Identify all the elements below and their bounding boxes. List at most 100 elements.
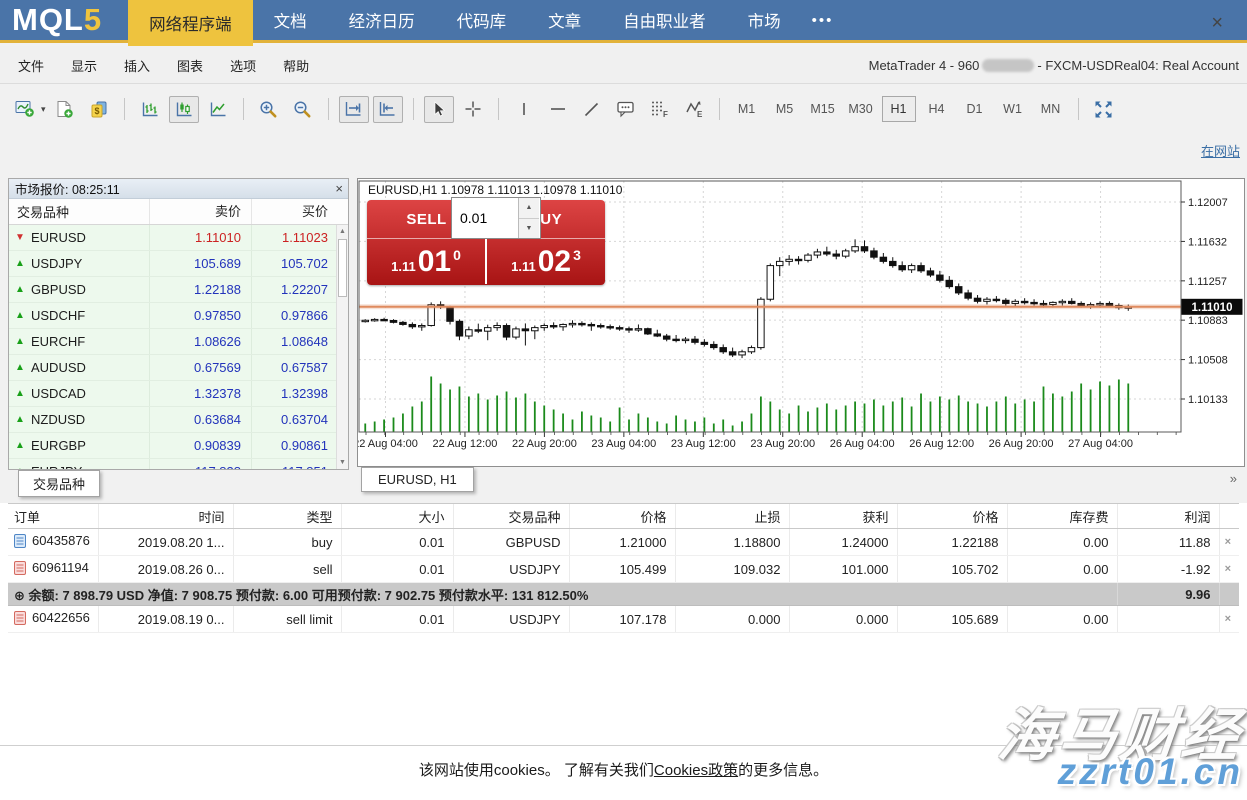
timeframe-D1[interactable]: D1: [958, 96, 992, 122]
nav-tab-市场[interactable]: 市场: [727, 0, 802, 40]
timeframe-M1[interactable]: M1: [730, 96, 764, 122]
orders-column-header[interactable]: 止损: [675, 504, 789, 529]
timeframe-H4[interactable]: H4: [920, 96, 954, 122]
fibonacci-button[interactable]: F: [645, 96, 675, 123]
timeframe-M15[interactable]: M15: [806, 96, 840, 122]
market-watch-header: 交易品种 卖价 买价: [9, 199, 348, 225]
nav-tab-文章[interactable]: 文章: [527, 0, 602, 40]
ask-price: 0.97866: [251, 303, 336, 328]
market-watch-row-EURJPY[interactable]: ▲EURJPY117.838117.851: [9, 459, 336, 469]
bar-chart-button[interactable]: [135, 96, 165, 123]
volume-increment-icon[interactable]: ▲: [519, 198, 539, 219]
up-arrow-icon: ▲: [9, 440, 31, 451]
on-website-link[interactable]: 在网站: [1201, 141, 1240, 160]
close-order-button[interactable]: ×: [1219, 606, 1239, 633]
menu-图表[interactable]: 图表: [177, 56, 203, 75]
market-watch-scrollbar[interactable]: ▲ ▼: [336, 225, 348, 469]
orders-column-header[interactable]: 利润: [1117, 504, 1219, 529]
menu-文件[interactable]: 文件: [18, 56, 44, 75]
market-watch-row-EURUSD[interactable]: ▼EURUSD1.110101.11023: [9, 225, 336, 251]
nav-tab-more[interactable]: •••: [802, 0, 844, 40]
trend-line-button[interactable]: [577, 96, 607, 123]
timeframe-H1[interactable]: H1: [882, 96, 916, 122]
symbol-name: USDJPY: [31, 256, 149, 271]
nav-tab-自由职业者[interactable]: 自由职业者: [602, 0, 727, 40]
elliott-wave-button[interactable]: E: [679, 96, 709, 123]
market-watch-row-NZDUSD[interactable]: ▲NZDUSD0.636840.63704: [9, 407, 336, 433]
market-watch-row-USDJPY[interactable]: ▲USDJPY105.689105.702: [9, 251, 336, 277]
timeframe-M5[interactable]: M5: [768, 96, 802, 122]
tab-symbols[interactable]: 交易品种: [18, 470, 100, 497]
toolbar-separator: [1078, 98, 1079, 120]
new-chart-dropdown-caret[interactable]: ▾: [41, 104, 46, 115]
auto-scroll-button[interactable]: [339, 96, 369, 123]
orders-column-header[interactable]: 价格: [569, 504, 675, 529]
tabs-overflow-chevron[interactable]: »: [1230, 471, 1237, 486]
menu-显示[interactable]: 显示: [71, 56, 97, 75]
mql5-logo[interactable]: MQL5: [12, 2, 102, 38]
orders-column-header[interactable]: 库存费: [1007, 504, 1117, 529]
crosshair-button[interactable]: [458, 96, 488, 123]
column-ask[interactable]: 买价: [251, 199, 336, 224]
fullscreen-button[interactable]: [1089, 96, 1119, 123]
tab-chart-eurusd-h1[interactable]: EURUSD, H1: [361, 467, 474, 492]
menu-帮助[interactable]: 帮助: [283, 56, 309, 75]
svg-text:22 Aug 20:00: 22 Aug 20:00: [512, 438, 577, 450]
new-template-button[interactable]: [50, 96, 80, 123]
buy-price[interactable]: 1.11 02 3: [487, 239, 605, 284]
horizontal-line-button[interactable]: [543, 96, 573, 123]
order-row-60422656[interactable]: 604226562019.08.19 0...sell limit0.01USD…: [8, 606, 1239, 633]
nav-tab-文档[interactable]: 文档: [253, 0, 328, 40]
cookie-close-button[interactable]: ×: [1211, 12, 1223, 35]
svg-text:23 Aug 20:00: 23 Aug 20:00: [750, 438, 815, 450]
order-row-60435876[interactable]: 604358762019.08.20 1...buy0.01GBPUSD1.21…: [8, 529, 1239, 556]
text-label-button[interactable]: [611, 96, 641, 123]
line-chart-button[interactable]: [203, 96, 233, 123]
market-watch-row-AUDUSD[interactable]: ▲AUDUSD0.675690.67587: [9, 355, 336, 381]
close-order-button[interactable]: ×: [1219, 529, 1239, 556]
scroll-up-icon[interactable]: ▲: [337, 228, 348, 235]
toolbar-separator: [413, 98, 414, 120]
cursor-button[interactable]: [424, 96, 454, 123]
market-watch-row-GBPUSD[interactable]: ▲GBPUSD1.221881.22207: [9, 277, 336, 303]
sell-price[interactable]: 1.11 01 0: [367, 239, 485, 284]
market-watch-row-EURCHF[interactable]: ▲EURCHF1.086261.08648: [9, 329, 336, 355]
volume-decrement-icon[interactable]: ▼: [519, 219, 539, 239]
menu-选项[interactable]: 选项: [230, 56, 256, 75]
zoom-in-button[interactable]: [254, 96, 284, 123]
candlestick-chart-button[interactable]: [169, 96, 199, 123]
market-watch-close-button[interactable]: ×: [335, 180, 343, 197]
order-tp: 0.000: [789, 606, 897, 633]
scroll-down-icon[interactable]: ▼: [337, 459, 348, 466]
menu-插入[interactable]: 插入: [124, 56, 150, 75]
orders-column-header[interactable]: 时间: [98, 504, 233, 529]
orders-column-header[interactable]: 交易品种: [453, 504, 569, 529]
symbol-name: EURCHF: [31, 334, 149, 349]
orders-column-header[interactable]: 大小: [341, 504, 453, 529]
volume-input[interactable]: [452, 198, 518, 238]
orders-column-header[interactable]: 获利: [789, 504, 897, 529]
close-order-button[interactable]: ×: [1219, 556, 1239, 583]
new-chart-button[interactable]: [10, 96, 40, 123]
market-watch-row-EURGBP[interactable]: ▲EURGBP0.908390.90861: [9, 433, 336, 459]
market-watch-row-USDCAD[interactable]: ▲USDCAD1.323781.32398: [9, 381, 336, 407]
column-symbol[interactable]: 交易品种: [9, 202, 149, 221]
order-row-60961194[interactable]: 609611942019.08.26 0...sell0.01USDJPY105…: [8, 556, 1239, 583]
timeframe-M30[interactable]: M30: [844, 96, 878, 122]
vertical-line-button[interactable]: [509, 96, 539, 123]
zoom-out-button[interactable]: [288, 96, 318, 123]
nav-tab-网络程序端[interactable]: 网络程序端: [128, 0, 253, 46]
market-watch-row-USDCHF[interactable]: ▲USDCHF0.978500.97866: [9, 303, 336, 329]
scrollbar-thumb[interactable]: [338, 239, 347, 297]
nav-tab-代码库[interactable]: 代码库: [436, 0, 528, 40]
orders-column-header[interactable]: 类型: [233, 504, 341, 529]
nav-tab-经济日历[interactable]: 经济日历: [328, 0, 436, 40]
cookies-policy-link[interactable]: Cookies政策: [654, 762, 738, 779]
symbols-button[interactable]: $: [84, 96, 114, 123]
column-bid[interactable]: 卖价: [149, 199, 251, 224]
timeframe-MN[interactable]: MN: [1034, 96, 1068, 122]
orders-column-header[interactable]: 价格: [897, 504, 1007, 529]
timeframe-W1[interactable]: W1: [996, 96, 1030, 122]
orders-column-header[interactable]: 订单: [8, 504, 98, 529]
chart-shift-button[interactable]: [373, 96, 403, 123]
